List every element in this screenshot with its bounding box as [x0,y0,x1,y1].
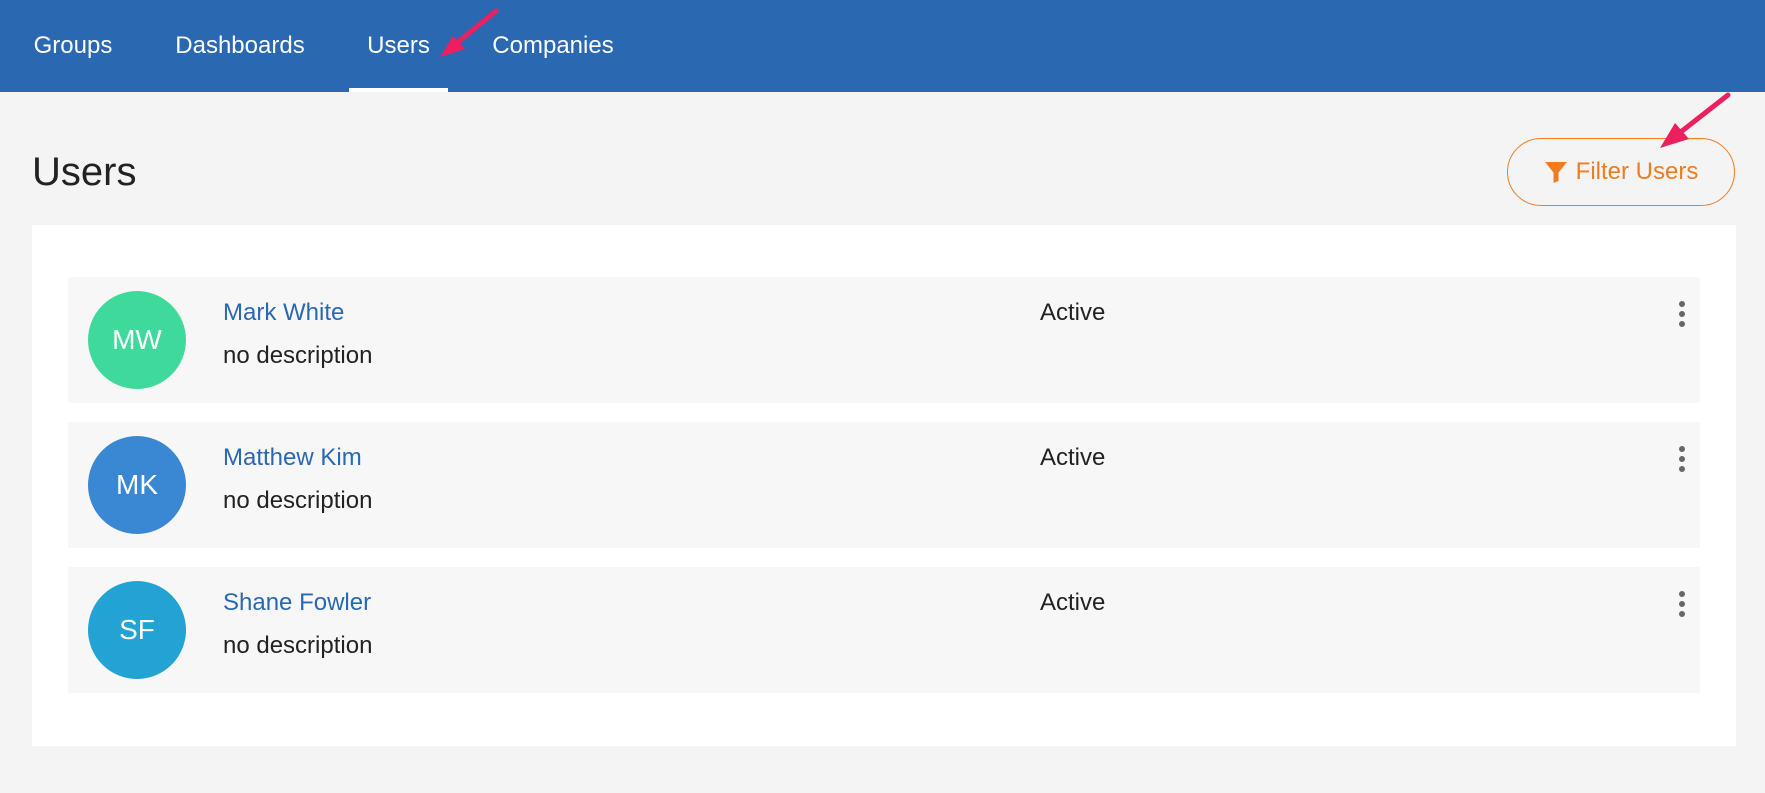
more-vertical-icon[interactable] [1674,589,1690,619]
user-row-mark-white[interactable]: MW Mark White no description Active [68,277,1700,403]
user-status: Active [1040,589,1106,616]
filter-users-label: Filter Users [1575,158,1699,185]
user-description: no description [223,342,373,369]
top-navigation: Groups Dashboards Users Companies [0,0,1765,92]
avatar: SF [88,581,186,679]
avatar: MK [88,436,186,534]
more-vertical-icon[interactable] [1674,299,1690,329]
avatar: MW [88,291,186,389]
user-name-link[interactable]: Shane Fowler [223,589,371,617]
user-row-shane-fowler[interactable]: SF Shane Fowler no description Active [68,567,1700,693]
page-title: Users [32,150,137,194]
filter-icon [1544,162,1567,183]
more-vertical-icon[interactable] [1674,444,1690,474]
user-name-link[interactable]: Matthew Kim [223,444,362,472]
user-description: no description [223,632,373,659]
user-description: no description [223,487,373,514]
tab-users[interactable]: Users [349,0,448,92]
user-name-link[interactable]: Mark White [223,299,344,327]
user-status: Active [1040,299,1106,326]
tab-groups[interactable]: Groups [32,0,114,92]
filter-users-button[interactable]: Filter Users [1507,138,1735,206]
user-row-matthew-kim[interactable]: MK Matthew Kim no description Active [68,422,1700,548]
user-status: Active [1040,444,1106,471]
users-list-card: MW Mark White no description Active MK M… [32,225,1736,746]
tab-dashboards[interactable]: Dashboards [173,0,307,92]
tab-companies[interactable]: Companies [490,0,616,92]
